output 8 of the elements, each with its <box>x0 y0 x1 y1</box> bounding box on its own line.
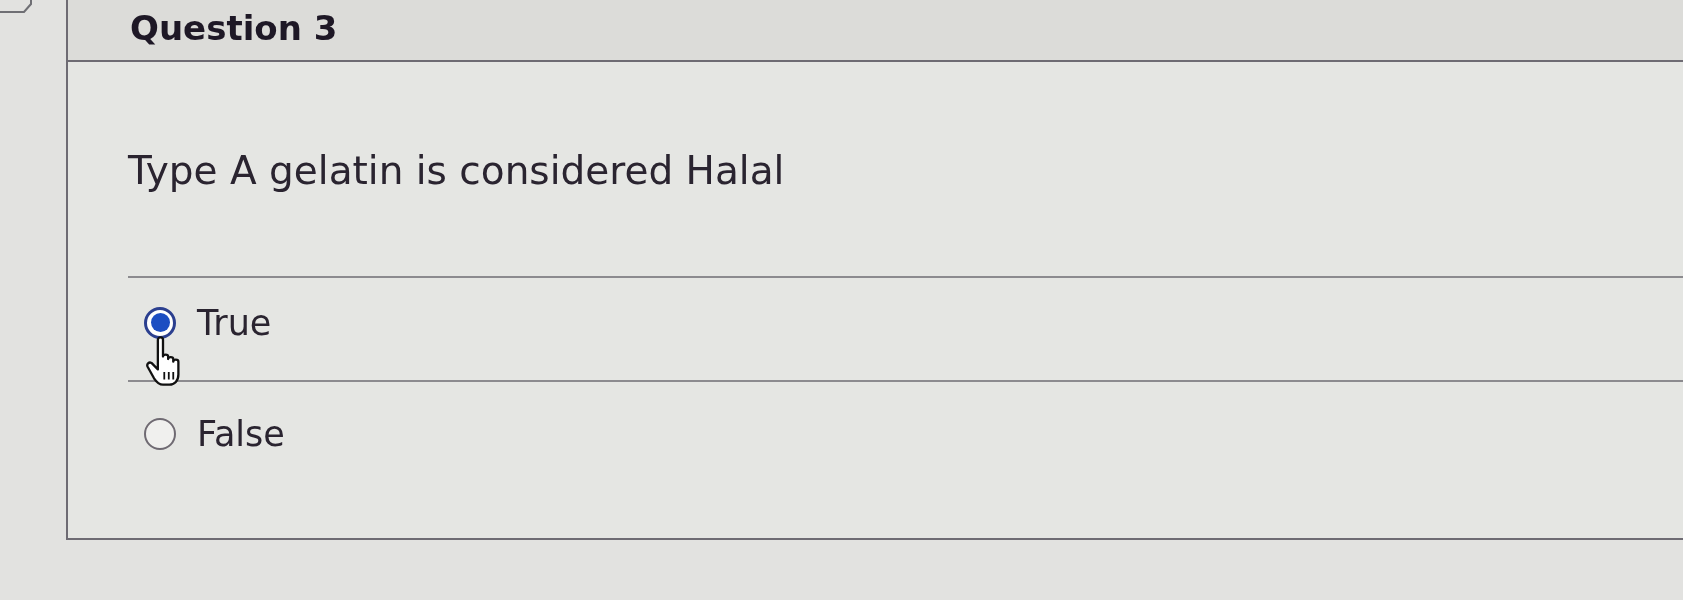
question-text: Type A gelatin is considered Halal <box>128 147 786 195</box>
question-title: Question 3 <box>130 8 338 48</box>
radio-button[interactable] <box>144 306 176 339</box>
answer-label[interactable]: True <box>197 301 272 344</box>
answer-label[interactable]: False <box>197 412 285 455</box>
tag-outline-icon <box>0 0 32 14</box>
hand-cursor-icon <box>146 335 180 386</box>
radio-button[interactable] <box>144 417 176 450</box>
